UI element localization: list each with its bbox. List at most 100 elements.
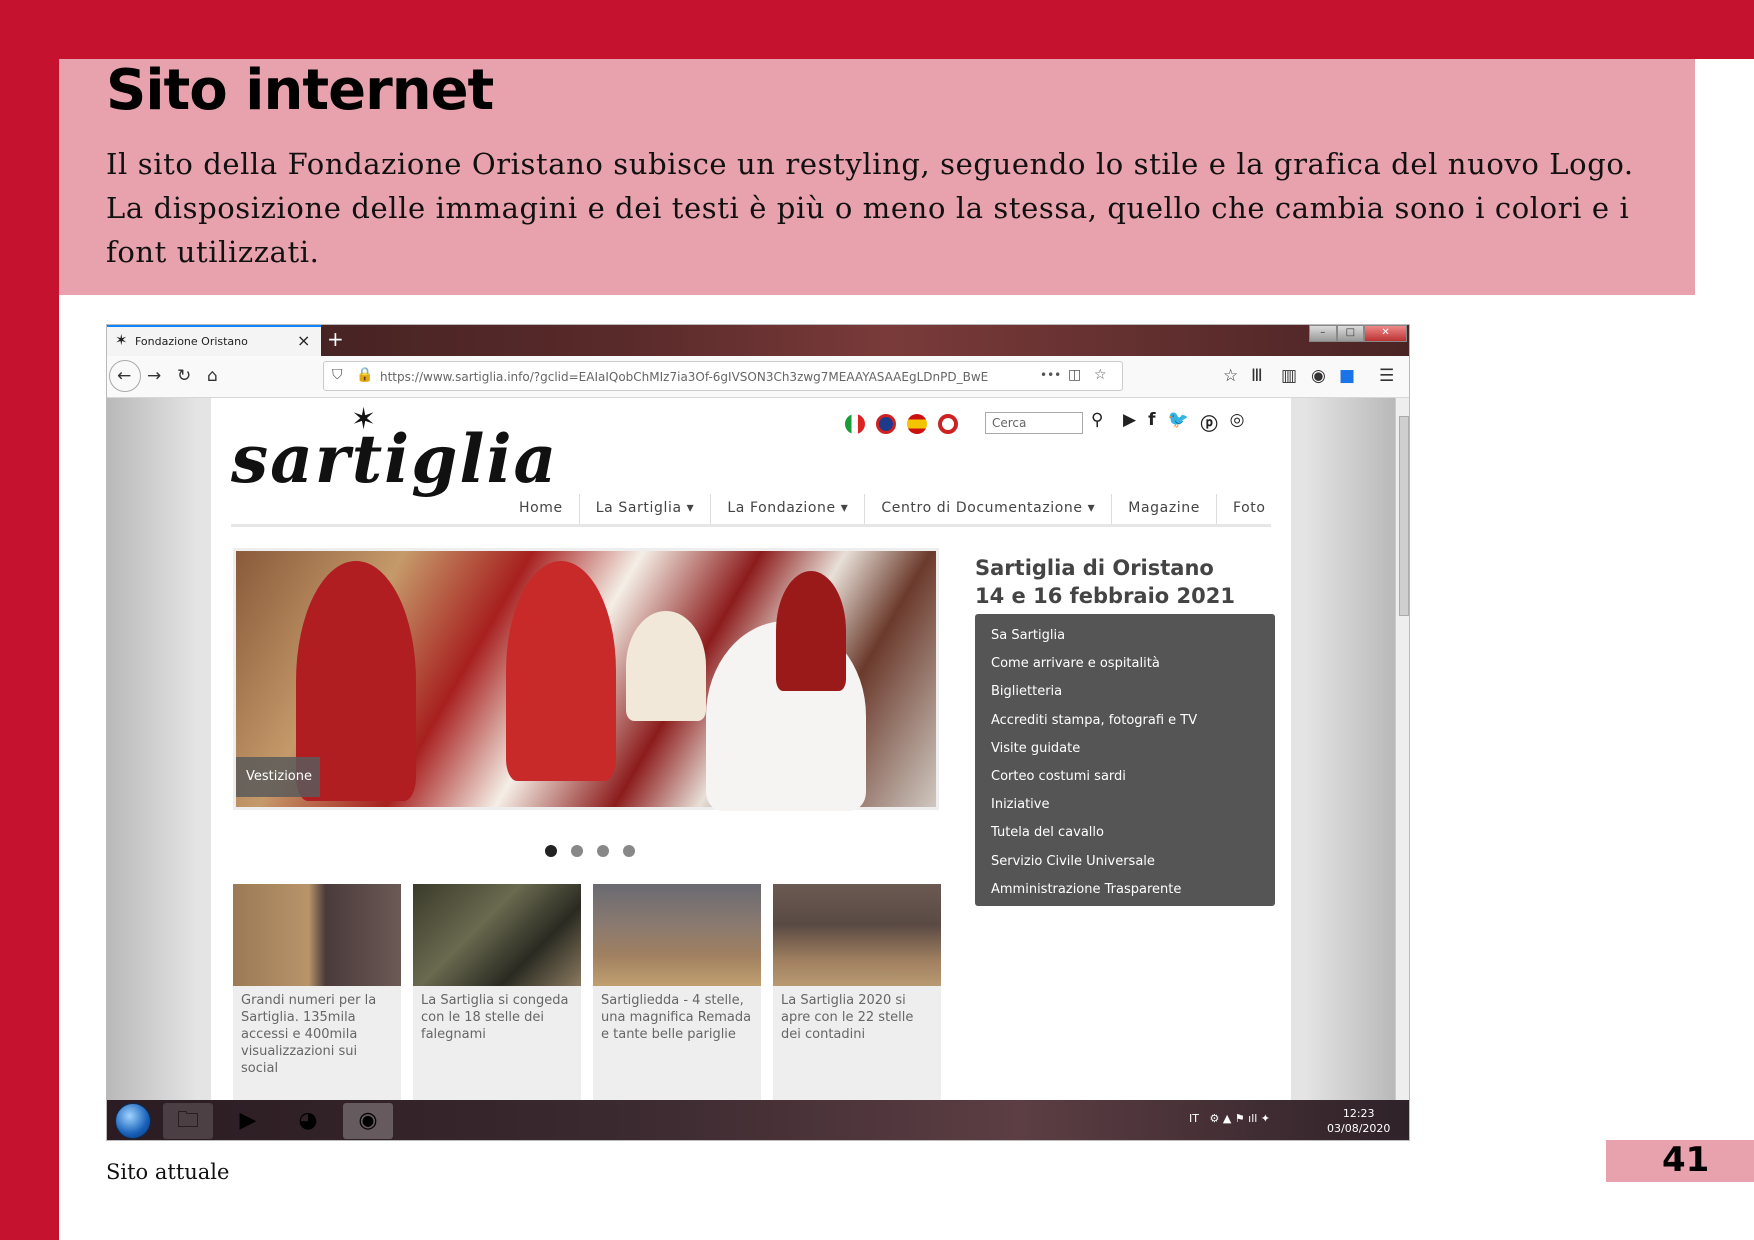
bookmark-star-icon[interactable]: ☆ xyxy=(1094,367,1107,383)
tab-title: Fondazione Oristano xyxy=(135,335,248,348)
sidebar-link[interactable]: Iniziative xyxy=(991,791,1259,819)
page-actions-icon[interactable]: ••• xyxy=(1040,368,1061,382)
slider-dot-3[interactable] xyxy=(597,845,609,857)
pocket-icon[interactable]: ◫ xyxy=(1068,367,1081,383)
shield-icon[interactable]: ⛉ xyxy=(332,367,343,383)
close-tab-icon[interactable]: × xyxy=(297,331,310,350)
flag-italian-icon[interactable] xyxy=(845,414,865,434)
scrollbar[interactable] xyxy=(1395,398,1409,1100)
sidebar-link[interactable]: Servizio Civile Universale xyxy=(991,848,1259,876)
lock-icon[interactable]: 🔒 xyxy=(356,367,373,383)
hero-slider-image[interactable]: Vestizione xyxy=(233,548,939,811)
sidebar-link[interactable]: Come arrivare e ospitalità xyxy=(991,650,1259,678)
left-red-bar xyxy=(0,0,59,1240)
flag-english-icon[interactable] xyxy=(876,414,896,434)
flag-sardinian-icon[interactable] xyxy=(938,414,958,434)
news-thumbnail[interactable] xyxy=(233,884,401,986)
news-card[interactable]: Grandi numeri per la Sartiglia. 135mila … xyxy=(233,884,401,1100)
website-screenshot: ✶ Fondazione Oristano × + – □ ✕ ← → ↻ ⌂ … xyxy=(106,324,1410,1141)
sidebar-link[interactable]: Visite guidate xyxy=(991,735,1259,763)
browser-toolbar: ← → ↻ ⌂ ⛉ 🔒 https://www.sartiglia.info/?… xyxy=(107,356,1409,398)
url-bar[interactable]: ⛉ 🔒 https://www.sartiglia.info/?gclid=EA… xyxy=(323,361,1123,391)
menu-item-foto[interactable]: Foto xyxy=(1217,494,1282,524)
news-title[interactable]: Sartigliedda - 4 stelle, una magnifica R… xyxy=(593,986,761,1049)
sidebar-link[interactable]: Amministrazione Trasparente xyxy=(991,876,1259,904)
news-thumbnail[interactable] xyxy=(593,884,761,986)
sidebar-link[interactable]: Sa Sartiglia xyxy=(991,622,1259,650)
sartiglia-site: ✶ sartiglia Cerca ⚲ ▶ f 🐦 ⓟ ◎ Home La Sa… xyxy=(211,398,1291,1100)
intro-line-2: La disposizione delle immagini e dei tes… xyxy=(106,191,1630,269)
page-number: 41 xyxy=(1662,1140,1710,1180)
media-player-icon[interactable]: ▶ xyxy=(223,1103,273,1139)
intro-text: Il sito della Fondazione Oristano subisc… xyxy=(106,142,1666,274)
home-icon[interactable]: ⌂ xyxy=(207,366,218,386)
twitter-icon[interactable]: 🐦 xyxy=(1167,410,1188,435)
main-menu: Home La Sartiglia ▾ La Fondazione ▾ Cent… xyxy=(503,494,1282,524)
minimize-button[interactable]: – xyxy=(1309,325,1337,342)
hamburger-menu-icon[interactable]: ☰ xyxy=(1379,366,1394,386)
sidebar-title: Sartiglia di Oristano 14 e 16 febbraio 2… xyxy=(975,554,1235,610)
zoom-extension-icon[interactable]: ■ xyxy=(1339,366,1355,386)
youtube-icon[interactable]: ▶ xyxy=(1123,410,1136,435)
forward-icon[interactable]: → xyxy=(147,366,161,386)
start-button[interactable] xyxy=(115,1103,151,1139)
flag-spanish-icon[interactable] xyxy=(907,414,927,434)
instagram-icon[interactable]: ◎ xyxy=(1230,410,1245,435)
social-links: ▶ f 🐦 ⓟ ◎ xyxy=(1123,410,1245,435)
slider-dot-1[interactable] xyxy=(545,845,557,857)
library-icon[interactable]: Ⅲ xyxy=(1251,366,1263,386)
news-card[interactable]: La Sartiglia 2020 si apre con le 22 stel… xyxy=(773,884,941,1100)
menu-divider xyxy=(231,524,1271,527)
star-icon: ✶ xyxy=(115,331,128,349)
sidebar-title-line-2: 14 e 16 febbraio 2021 xyxy=(975,584,1235,608)
news-thumbnail[interactable] xyxy=(773,884,941,986)
site-search-input[interactable]: Cerca xyxy=(985,412,1083,434)
chrome-icon[interactable]: ◕ xyxy=(283,1103,333,1139)
explorer-icon[interactable]: 🗀 xyxy=(163,1103,213,1139)
maximize-button[interactable]: □ xyxy=(1336,325,1365,342)
clock[interactable]: 12:23 03/08/2020 xyxy=(1327,1106,1390,1136)
news-title[interactable]: La Sartiglia si congeda con le 18 stelle… xyxy=(413,986,581,1049)
intro-line-1: Il sito della Fondazione Oristano subisc… xyxy=(106,147,1634,181)
scrollbar-thumb[interactable] xyxy=(1399,416,1409,616)
image-caption: Sito attuale xyxy=(106,1160,230,1184)
search-icon[interactable]: ⚲ xyxy=(1091,410,1103,430)
tray-icons[interactable]: ⚙ ▲ ⚑ ıll ✦ xyxy=(1202,1112,1270,1125)
sidebar-link[interactable]: Biglietteria xyxy=(991,678,1259,706)
news-title[interactable]: La Sartiglia 2020 si apre con le 22 stel… xyxy=(773,986,941,1049)
hero-figure xyxy=(626,611,706,721)
sidebar-link[interactable]: Corteo costumi sardi xyxy=(991,763,1259,791)
close-window-button[interactable]: ✕ xyxy=(1364,325,1408,342)
sidebar-icon[interactable]: ▥ xyxy=(1281,366,1297,386)
pinterest-icon[interactable]: ⓟ xyxy=(1201,410,1218,435)
menu-item-la-fondazione[interactable]: La Fondazione ▾ xyxy=(711,494,866,524)
account-icon[interactable]: ◉ xyxy=(1311,366,1326,386)
sidebar-title-line-1: Sartiglia di Oristano xyxy=(975,556,1214,580)
slider-dot-2[interactable] xyxy=(571,845,583,857)
url-text[interactable]: https://www.sartiglia.info/?gclid=EAIaIQ… xyxy=(380,370,988,384)
browser-tab[interactable]: ✶ Fondazione Oristano × xyxy=(107,325,321,356)
news-card[interactable]: Sartigliedda - 4 stelle, una magnifica R… xyxy=(593,884,761,1100)
menu-item-home[interactable]: Home xyxy=(503,494,580,524)
sidebar-link[interactable]: Accrediti stampa, fotografi e TV xyxy=(991,707,1259,735)
sidebar-menu: Sa Sartiglia Come arrivare e ospitalità … xyxy=(975,614,1275,906)
menu-item-centro-documentazione[interactable]: Centro di Documentazione ▾ xyxy=(865,494,1113,524)
system-tray: IT ⚙ ▲ ⚑ ıll ✦ xyxy=(1189,1112,1270,1125)
news-title[interactable]: Grandi numeri per la Sartiglia. 135mila … xyxy=(233,986,401,1083)
menu-item-magazine[interactable]: Magazine xyxy=(1112,494,1217,524)
facebook-icon[interactable]: f xyxy=(1148,410,1155,435)
slider-dot-4[interactable] xyxy=(623,845,635,857)
language-indicator[interactable]: IT xyxy=(1189,1112,1199,1125)
sidebar-link[interactable]: Tutela del cavallo xyxy=(991,819,1259,847)
browser-titlebar: ✶ Fondazione Oristano × + – □ ✕ xyxy=(107,325,1409,356)
site-logo[interactable]: sartiglia xyxy=(231,420,558,498)
clock-time: 12:23 xyxy=(1342,1107,1375,1120)
top-red-bar xyxy=(0,0,1754,59)
reload-icon[interactable]: ↻ xyxy=(177,366,191,386)
news-card[interactable]: La Sartiglia si congeda con le 18 stelle… xyxy=(413,884,581,1100)
firefox-icon[interactable]: ◉ xyxy=(343,1103,393,1139)
new-tab-button[interactable]: + xyxy=(327,327,344,351)
menu-item-la-sartiglia[interactable]: La Sartiglia ▾ xyxy=(580,494,712,524)
bookmarks-menu-icon[interactable]: ☆ xyxy=(1223,366,1238,386)
news-thumbnail[interactable] xyxy=(413,884,581,986)
